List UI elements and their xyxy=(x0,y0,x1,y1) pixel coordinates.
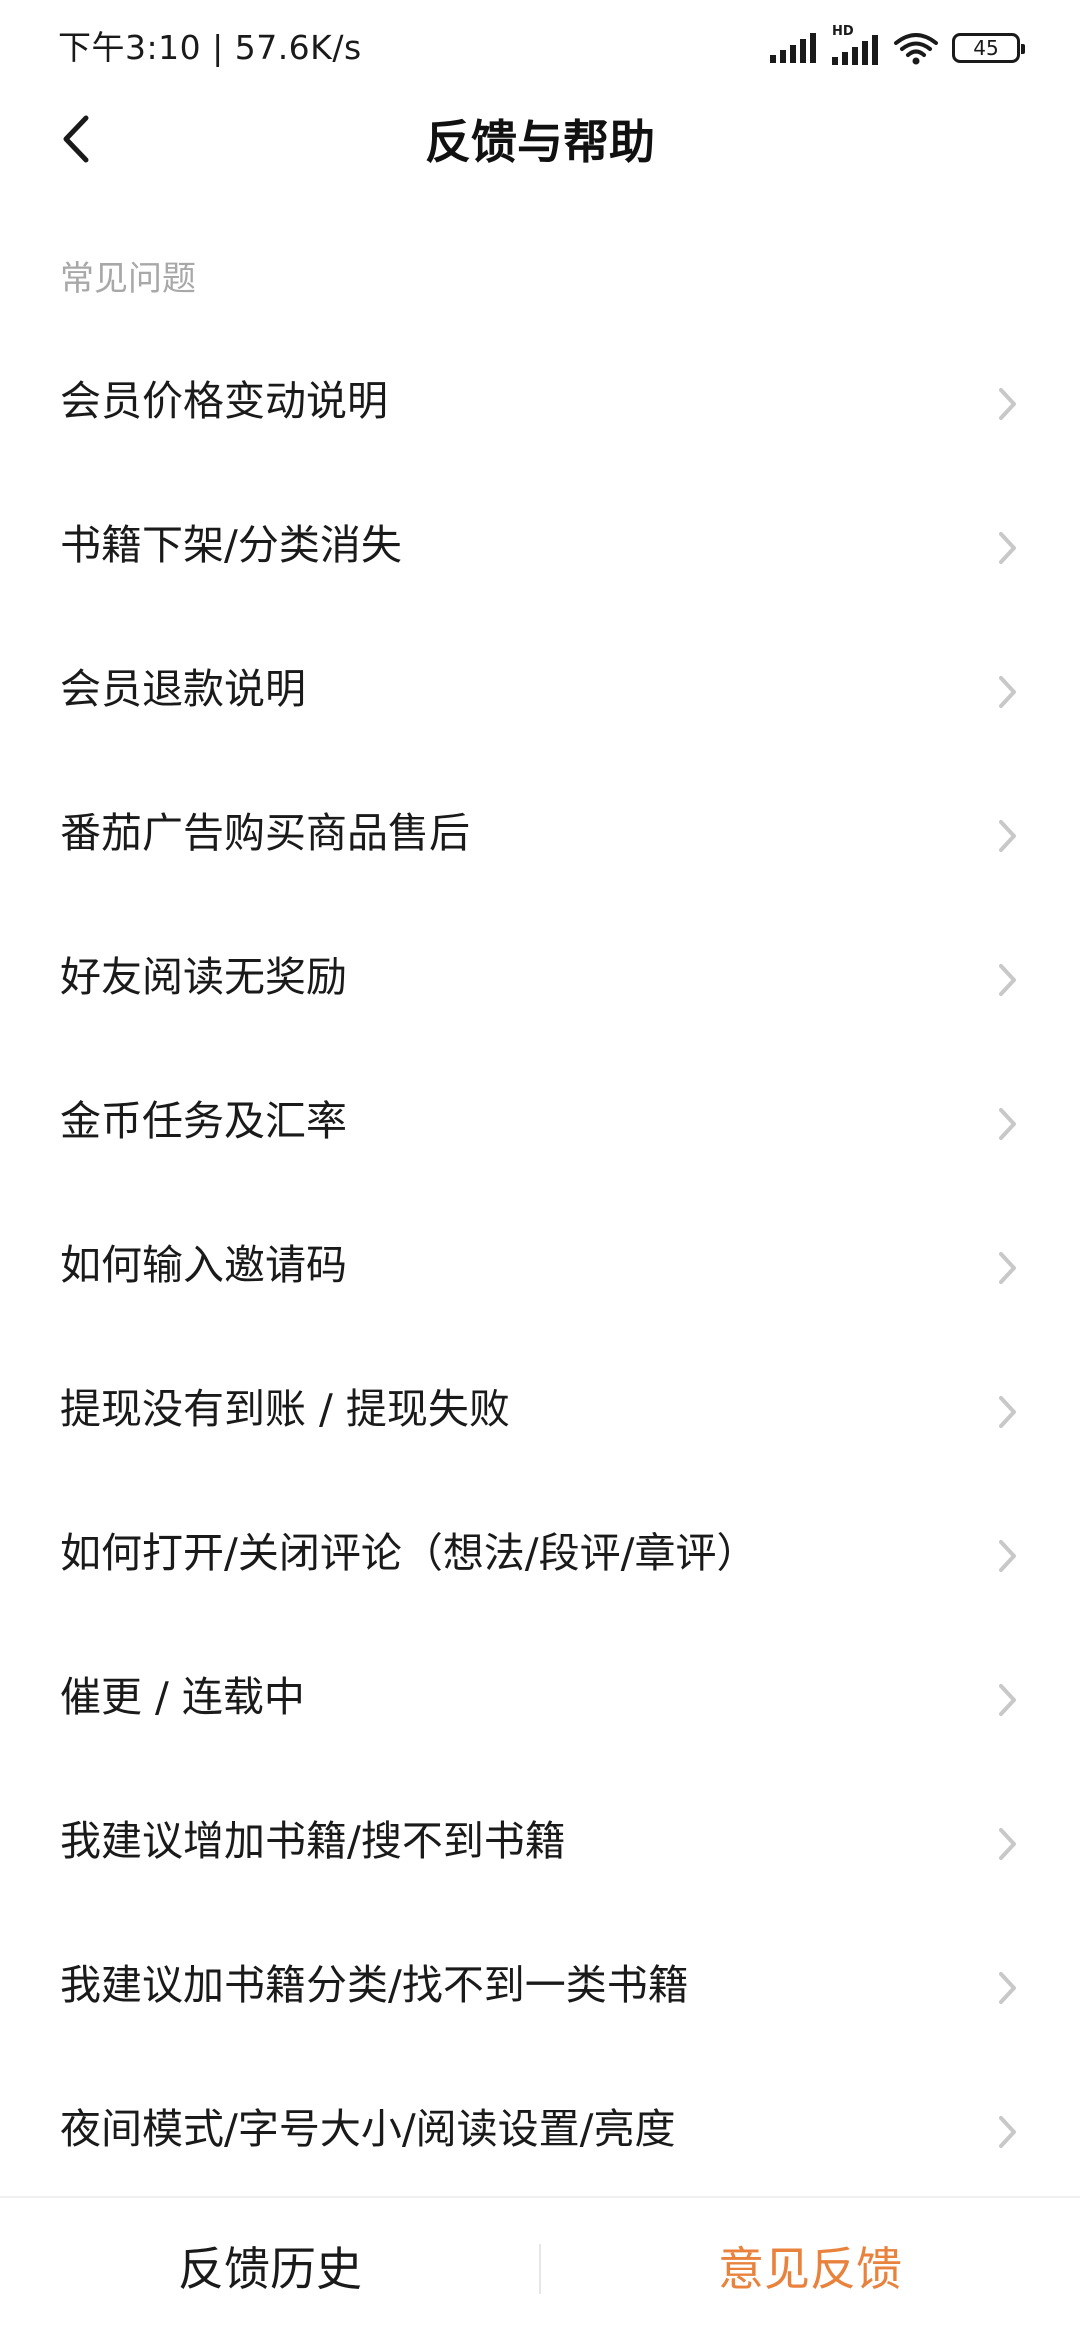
list-item[interactable]: 书籍下架/分类消失 xyxy=(0,476,1080,620)
chevron-right-icon xyxy=(992,1536,1022,1576)
list-item[interactable]: 如何打开/关闭评论（想法/段评/章评） xyxy=(0,1484,1080,1628)
chevron-right-icon xyxy=(992,384,1022,424)
chevron-right-icon xyxy=(992,1680,1022,1720)
chevron-right-icon xyxy=(992,1104,1022,1144)
feedback-history-button[interactable]: 反馈历史 xyxy=(0,2198,540,2340)
chevron-right-icon xyxy=(992,1392,1022,1432)
status-bar: 下午3:10 | 57.6K/s HD 45 xyxy=(0,0,1080,96)
list-item[interactable]: 我建议加书籍分类/找不到一类书籍 xyxy=(0,1916,1080,2060)
section-title-faq: 常见问题 xyxy=(60,259,196,299)
list-item-label: 催更 / 连载中 xyxy=(60,1673,305,1721)
chevron-right-icon xyxy=(992,960,1022,1000)
list-item-label: 金币任务及汇率 xyxy=(60,1097,347,1145)
list-item-label: 书籍下架/分类消失 xyxy=(60,521,402,569)
wifi-icon xyxy=(894,31,938,65)
chevron-right-icon xyxy=(992,1824,1022,1864)
list-item[interactable]: 好友阅读无奖励 xyxy=(0,908,1080,1052)
chevron-right-icon xyxy=(992,672,1022,712)
list-item-label: 好友阅读无奖励 xyxy=(60,953,347,1001)
status-time-speed: 下午3:10 | 57.6K/s xyxy=(58,28,362,67)
list-item-label: 会员价格变动说明 xyxy=(60,377,388,425)
list-item-label: 夜间模式/字号大小/阅读设置/亮度 xyxy=(60,2105,676,2153)
chevron-right-icon xyxy=(992,2112,1022,2152)
chevron-right-icon xyxy=(992,1248,1022,1288)
list-item[interactable]: 会员价格变动说明 xyxy=(0,332,1080,476)
signal-icon xyxy=(770,33,818,63)
list-item[interactable]: 我建议增加书籍/搜不到书籍 xyxy=(0,1772,1080,1916)
chevron-right-icon xyxy=(992,816,1022,856)
list-item[interactable]: 夜间模式/字号大小/阅读设置/亮度 xyxy=(0,2060,1080,2204)
list-item[interactable]: 番茄广告购买商品售后 xyxy=(0,764,1080,908)
list-item-label: 如何输入邀请码 xyxy=(60,1241,347,1289)
battery-level: 45 xyxy=(973,36,999,60)
list-item-label: 我建议增加书籍/搜不到书籍 xyxy=(60,1817,566,1865)
nav-bar: 反馈与帮助 xyxy=(0,96,1080,186)
chevron-right-icon xyxy=(992,528,1022,568)
list-item-label: 番茄广告购买商品售后 xyxy=(60,809,470,857)
chevron-right-icon xyxy=(992,1968,1022,2008)
list-item[interactable]: 提现没有到账 / 提现失败 xyxy=(0,1340,1080,1484)
list-item[interactable]: 催更 / 连载中 xyxy=(0,1628,1080,1772)
page-title: 反馈与帮助 xyxy=(425,115,655,169)
faq-list: 会员价格变动说明 书籍下架/分类消失 会员退款说明 番茄广告购买商品售后 好友阅… xyxy=(0,332,1080,2204)
submit-feedback-button[interactable]: 意见反馈 xyxy=(540,2198,1080,2340)
list-item[interactable]: 如何输入邀请码 xyxy=(0,1196,1080,1340)
hd-signal-icon: HD xyxy=(832,25,880,65)
battery-icon: 45 xyxy=(952,33,1025,63)
list-item[interactable]: 会员退款说明 xyxy=(0,620,1080,764)
list-item-label: 提现没有到账 / 提现失败 xyxy=(60,1385,510,1433)
list-item-label: 如何打开/关闭评论（想法/段评/章评） xyxy=(60,1529,758,1577)
list-item-label: 会员退款说明 xyxy=(60,665,306,713)
status-icons: HD 45 xyxy=(770,25,1025,70)
list-item[interactable]: 金币任务及汇率 xyxy=(0,1052,1080,1196)
list-item-label: 我建议加书籍分类/找不到一类书籍 xyxy=(60,1961,689,2009)
bottom-action-bar: 反馈历史 意见反馈 xyxy=(0,2196,1080,2340)
